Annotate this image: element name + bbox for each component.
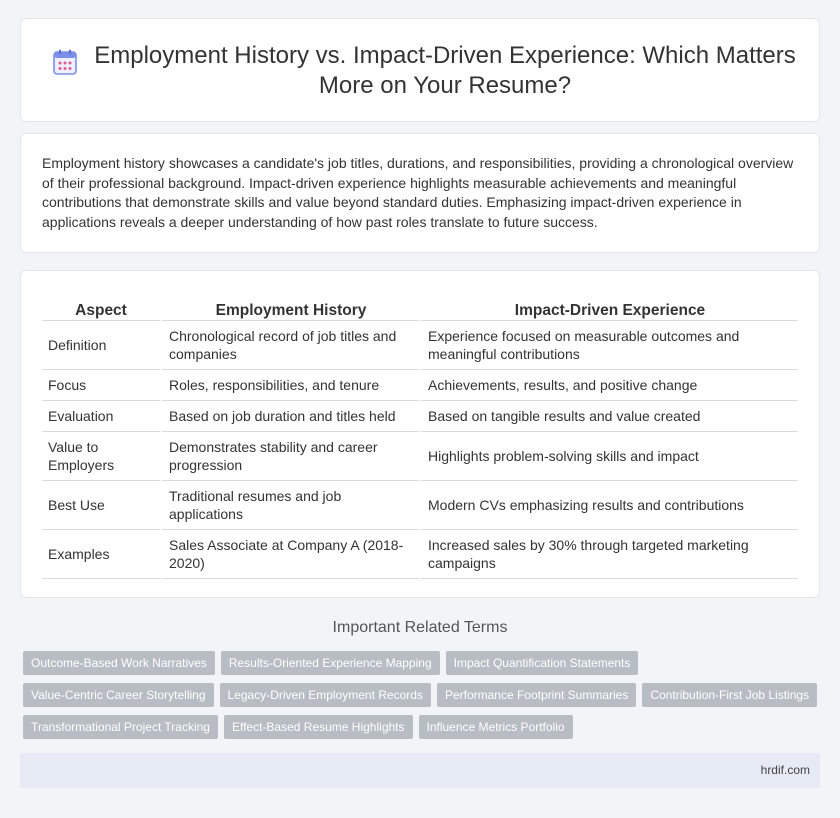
related-term-tag[interactable]: Contribution-First Job Listings <box>642 683 818 707</box>
table-cell: Based on tangible results and value crea… <box>419 401 798 432</box>
table-cell: Examples <box>42 530 160 579</box>
table-row: Definition Chronological record of job t… <box>42 321 798 370</box>
table-cell: Focus <box>42 370 160 401</box>
related-term-tag[interactable]: Impact Quantification Statements <box>445 651 639 675</box>
related-term-tag[interactable]: Transformational Project Tracking <box>23 715 218 739</box>
intro-card: Employment history showcases a candidate… <box>20 133 820 253</box>
table-cell: Best Use <box>42 481 160 530</box>
comparison-table-card: Aspect Employment History Impact-Driven … <box>20 270 820 598</box>
table-cell: Chronological record of job titles and c… <box>160 321 419 370</box>
column-header-impact-driven-experience: Impact-Driven Experience <box>419 295 798 321</box>
table-cell: Highlights problem-solving skills and im… <box>419 432 798 481</box>
table-cell: Sales Associate at Company A (2018-2020) <box>160 530 419 579</box>
table-cell: Demonstrates stability and career progre… <box>160 432 419 481</box>
table-row: Focus Roles, responsibilities, and tenur… <box>42 370 798 401</box>
related-term-tag[interactable]: Outcome-Based Work Narratives <box>23 651 215 675</box>
column-header-employment-history: Employment History <box>160 295 419 321</box>
table-cell: Definition <box>42 321 160 370</box>
table-cell: Value to Employers <box>42 432 160 481</box>
table-cell: Achievements, results, and positive chan… <box>419 370 798 401</box>
table-cell: Experience focused on measurable outcome… <box>419 321 798 370</box>
table-cell: Based on job duration and titles held <box>160 401 419 432</box>
related-term-tag[interactable]: Influence Metrics Portfolio <box>418 715 573 739</box>
table-row: Best Use Traditional resumes and job app… <box>42 481 798 530</box>
table-header-row: Aspect Employment History Impact-Driven … <box>42 295 798 321</box>
page-title: Employment History vs. Impact-Driven Exp… <box>94 42 796 99</box>
table-row: Examples Sales Associate at Company A (2… <box>42 530 798 579</box>
related-term-tag[interactable]: Results-Oriented Experience Mapping <box>220 651 440 675</box>
footer-site-link[interactable]: hrdif.com <box>761 763 810 777</box>
comparison-table: Aspect Employment History Impact-Driven … <box>42 295 798 579</box>
calendar-icon <box>53 49 77 75</box>
related-terms-list: Outcome-Based Work Narratives Results-Or… <box>23 651 823 747</box>
related-term-tag[interactable]: Legacy-Driven Employment Records <box>219 683 431 707</box>
table-cell: Modern CVs emphasizing results and contr… <box>419 481 798 530</box>
table-row: Evaluation Based on job duration and tit… <box>42 401 798 432</box>
column-header-aspect: Aspect <box>42 295 160 321</box>
intro-paragraph: Employment history showcases a candidate… <box>42 155 794 230</box>
related-term-tag[interactable]: Value-Centric Career Storytelling <box>23 683 214 707</box>
related-term-tag[interactable]: Effect-Based Resume Highlights <box>223 715 413 739</box>
header-card: Employment History vs. Impact-Driven Exp… <box>20 18 820 122</box>
table-cell: Evaluation <box>42 401 160 432</box>
table-row: Value to Employers Demonstrates stabilit… <box>42 432 798 481</box>
table-cell: Increased sales by 30% through targeted … <box>419 530 798 579</box>
table-cell: Traditional resumes and job applications <box>160 481 419 530</box>
related-term-tag[interactable]: Performance Footprint Summaries <box>436 683 637 707</box>
related-terms-heading: Important Related Terms <box>332 619 508 636</box>
footer-bar: hrdif.com <box>20 753 820 788</box>
table-cell: Roles, responsibilities, and tenure <box>160 370 419 401</box>
